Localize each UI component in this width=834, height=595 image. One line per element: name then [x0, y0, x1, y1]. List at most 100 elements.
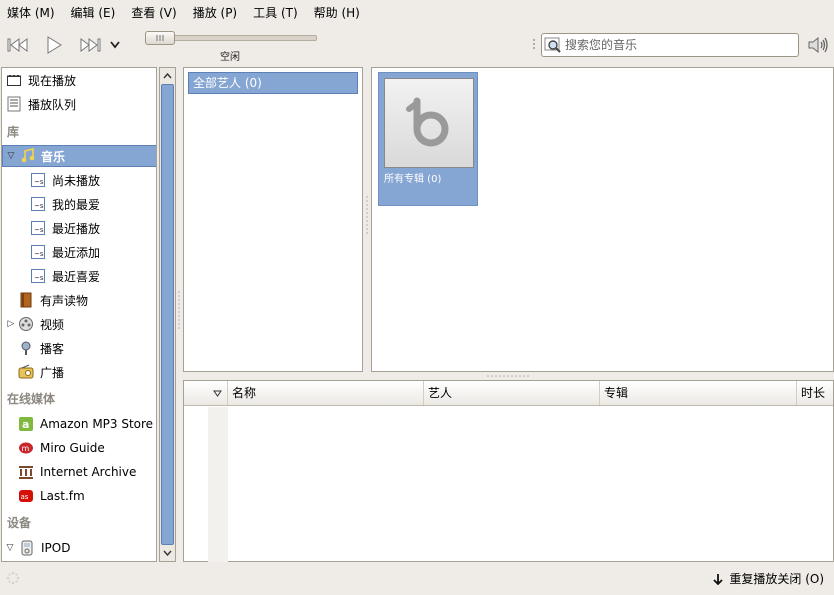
sidebar-item-label: IPOD — [41, 541, 71, 555]
menu-view[interactable]: 查看 (V) — [126, 2, 181, 24]
sidebar-item-video[interactable]: ▷ 视频 — [2, 313, 156, 335]
sidebar-item-label: 播放队列 — [28, 97, 77, 112]
svg-text:~s: ~s — [34, 202, 44, 210]
sidebar-item-label: Miro Guide — [40, 441, 105, 455]
column-stripe — [208, 407, 228, 562]
previous-button[interactable] — [4, 32, 32, 58]
column-header-artist[interactable]: 艺人 — [424, 381, 600, 405]
chevron-down-icon — [163, 550, 172, 556]
track-list: 名称 艺人 专辑 时长 — [183, 380, 834, 562]
source-list: 现在播放 播放队列 库 ▽ 音乐 ~s 尚未播放 ~s 我的最爱 ~s 最近播放… — [1, 67, 157, 562]
sidebar-item-playlist[interactable]: ~s 最近播放 — [2, 217, 156, 239]
sidebar-item-playlist[interactable]: ~s 最近添加 — [2, 241, 156, 263]
sidebar-item-audiobooks[interactable]: 有声读物 — [2, 289, 156, 311]
library-header: 库 — [7, 125, 20, 139]
search-field[interactable] — [541, 33, 799, 57]
archive-icon — [18, 464, 34, 480]
svg-text:~s: ~s — [34, 226, 44, 234]
previous-icon — [7, 38, 28, 52]
smart-playlist-icon: ~s — [30, 196, 46, 212]
scroll-down-button[interactable] — [161, 546, 174, 560]
pane-splitter-handle[interactable] — [486, 374, 532, 378]
sidebar-item-now-playing[interactable]: 现在播放 — [2, 69, 156, 91]
sidebar-item-lastfm[interactable]: as Last.fm — [2, 485, 156, 507]
sidebar-item-radio[interactable]: 广播 — [2, 361, 156, 383]
svg-text:~s: ~s — [34, 178, 44, 186]
sidebar-item-label: 音乐 — [41, 149, 66, 164]
menu-playback[interactable]: 播放 (P) — [188, 2, 242, 24]
sidebar-item-label: 视频 — [40, 317, 65, 332]
chevron-down-icon — [110, 41, 120, 49]
sidebar-item-amazon[interactable]: a Amazon MP3 Store — [2, 413, 156, 435]
pane-splitter-handle[interactable] — [365, 195, 369, 245]
menu-tools[interactable]: 工具 (T) — [248, 2, 303, 24]
sidebar-item-label: Internet Archive — [40, 465, 137, 479]
sidebar-item-playlist[interactable]: ~s 我的最爱 — [2, 193, 156, 215]
expander-closed-icon[interactable]: ▷ — [6, 319, 16, 329]
list-icon — [6, 96, 22, 112]
scrollbar-thumb[interactable] — [161, 84, 174, 545]
menu-media[interactable]: 媒体 (M) — [2, 2, 60, 24]
sidebar-item-label: 现在播放 — [28, 73, 77, 88]
book-icon — [18, 292, 34, 308]
sidebar-item-label: 有声读物 — [40, 293, 89, 308]
sidebar-item-ipod[interactable]: ▽ IPOD — [2, 537, 156, 559]
grip-icon — [156, 35, 164, 41]
repeat-button[interactable]: 重复播放关闭 (O) — [713, 570, 824, 587]
toolbar: 空闲 — [0, 26, 834, 66]
column-header-duration[interactable]: 时长 — [796, 381, 833, 405]
play-button[interactable] — [40, 32, 68, 58]
album-browser: 所有专辑 (0) — [371, 67, 834, 372]
svg-text:~s: ~s — [34, 250, 44, 258]
sidebar-item-play-queue[interactable]: 播放队列 — [2, 93, 156, 115]
album-item-all[interactable]: 所有专辑 (0) — [378, 72, 478, 206]
sidebar-item-playlist[interactable]: ~s 最近喜爱 — [2, 265, 156, 287]
sidebar-item-label: 最近播放 — [52, 221, 101, 236]
miro-icon: m — [18, 440, 34, 456]
next-menu-button[interactable] — [106, 32, 124, 58]
pane-splitter-handle[interactable] — [177, 290, 181, 340]
sidebar-item-podcasts[interactable]: 播客 — [2, 337, 156, 359]
devices-header: 设备 — [7, 516, 32, 530]
amazon-icon: a — [18, 416, 34, 432]
expander-open-icon[interactable]: ▽ — [5, 543, 15, 553]
smart-playlist-icon: ~s — [30, 220, 46, 236]
scroll-up-button[interactable] — [161, 69, 174, 83]
seek-slider-handle[interactable] — [145, 31, 175, 45]
track-list-header: 名称 艺人 专辑 时长 — [184, 381, 833, 406]
column-header-name[interactable]: 名称 — [228, 381, 424, 405]
banshee-logo-icon — [406, 97, 449, 147]
sidebar-item-internet-archive[interactable]: Internet Archive — [2, 461, 156, 483]
search-icon — [544, 37, 561, 53]
sidebar-item-music[interactable]: ▽ 音乐 — [2, 145, 156, 167]
sidebar-item-playlist[interactable]: ~s 尚未播放 — [2, 169, 156, 191]
volume-button[interactable] — [804, 32, 832, 58]
svg-text:a: a — [22, 418, 29, 431]
menu-edit[interactable]: 编辑 (E) — [66, 2, 121, 24]
smart-playlist-icon: ~s — [30, 172, 46, 188]
svg-text:as: as — [21, 493, 29, 501]
smart-playlist-icon: ~s — [30, 268, 46, 284]
sort-indicator[interactable] — [208, 381, 228, 405]
sidebar-item-label: 最近喜爱 — [52, 269, 101, 284]
smart-playlist-icon: ~s — [30, 244, 46, 260]
menu-help[interactable]: 帮助 (H) — [309, 2, 365, 24]
svg-text:~s: ~s — [34, 274, 44, 282]
album-label: 所有专辑 (0) — [384, 174, 442, 185]
sidebar-item-label: Amazon MP3 Store — [40, 417, 154, 431]
search-input[interactable] — [565, 38, 785, 52]
radio-icon — [18, 364, 34, 380]
next-button[interactable] — [76, 32, 104, 58]
expander-open-icon[interactable]: ▽ — [6, 151, 16, 161]
sidebar-item-label: 最近添加 — [52, 245, 101, 260]
grip-icon — [533, 39, 535, 49]
artist-item-all[interactable]: 全部艺人 (0) — [188, 72, 358, 94]
sidebar-item-miro[interactable]: m Miro Guide — [2, 437, 156, 459]
svg-text:m: m — [22, 444, 30, 453]
sidebar-scrollbar[interactable] — [159, 67, 176, 562]
next-icon — [80, 38, 101, 52]
lastfm-icon: as — [18, 488, 34, 504]
arrow-down-icon — [713, 573, 724, 585]
column-header-album[interactable]: 专辑 — [600, 381, 800, 405]
spinner-icon — [6, 571, 20, 585]
